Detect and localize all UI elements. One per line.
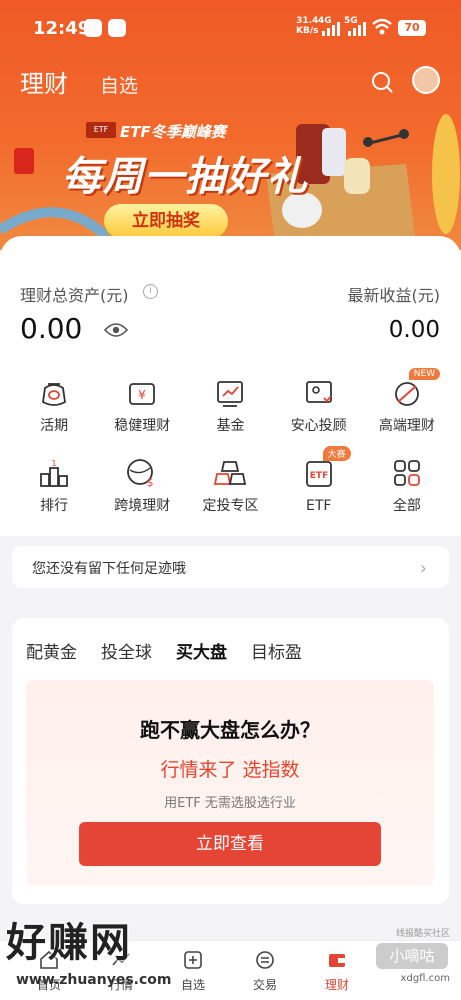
menu-item-label: 全部: [392, 498, 421, 514]
avatar[interactable]: [412, 66, 440, 94]
status-bar: 12:49 31.4 KB/s 4G 5G 70: [0, 0, 461, 58]
menu-item-ranking[interactable]: 1 排行: [10, 452, 98, 514]
tabbar-trade[interactable]: 交易: [230, 941, 300, 1000]
menu-item-advisor[interactable]: 安心投顾: [275, 372, 363, 434]
promo-banner[interactable]: ETF ETF冬季巅峰赛 每周一抽好礼 立即抽奖: [0, 110, 461, 250]
app-notification-icon: [108, 19, 126, 37]
tabbar-label: 交易: [252, 978, 277, 992]
piggy-icon: [42, 383, 67, 406]
search-icon[interactable]: [370, 70, 394, 94]
menu-item-label: 跨境理财: [114, 498, 171, 514]
menu-item-sip[interactable]: 定投专区: [186, 452, 274, 514]
menu-item-label: 基金: [216, 418, 245, 434]
watermark-url: www.zhuanyes.com: [16, 972, 172, 988]
tab-target[interactable]: 目标盈: [251, 638, 302, 663]
info-icon[interactable]: i: [143, 284, 158, 299]
advisor-icon: [305, 381, 332, 403]
status-time: 12:49: [33, 18, 91, 39]
ranking-icon: 1: [40, 459, 68, 487]
total-assets-label: 理财总资产(元): [20, 286, 129, 305]
banner-headline: 每周一抽好礼: [62, 154, 308, 200]
tab-gold[interactable]: 配黄金: [26, 638, 77, 663]
menu-item-stable[interactable]: ¥ 稳健理财: [98, 372, 186, 434]
chart-icon: [217, 381, 244, 407]
menu-item-label: 安心投顾: [290, 418, 347, 434]
menu-item-label: 定投专区: [202, 498, 259, 514]
tab-watchlist[interactable]: 自选: [100, 71, 138, 98]
svg-text:$: $: [147, 476, 154, 489]
menu-item-label: 活期: [40, 418, 69, 434]
page-title[interactable]: 理财: [20, 64, 68, 99]
menu-item-label: 稳健理财: [114, 418, 171, 434]
speed-unit: KB/s: [296, 26, 319, 36]
plus-square-icon: [184, 951, 202, 969]
menu-item-label: ETF: [305, 498, 332, 514]
latest-earnings-label: 最新收益(元): [347, 286, 441, 305]
signal-bars-icon: [322, 20, 340, 36]
contest-badge: 大赛: [322, 446, 351, 461]
menu-item-premium[interactable]: 高端理财 NEW: [363, 368, 451, 434]
tabbar-label: 理财: [324, 978, 349, 992]
watermark-right-top: 线报酷买社区: [395, 929, 450, 939]
gold-bars-icon: [214, 461, 247, 485]
battery-indicator: 70: [398, 20, 426, 36]
theme-panel: 配黄金 投全球 买大盘 目标盈 跑不赢大盘怎么办？ 行情来了 选指数 用ETF …: [12, 618, 449, 904]
new-badge: NEW: [408, 368, 441, 380]
network-speed: 31.4 KB/s: [296, 16, 318, 36]
tabbar-label: 自选: [180, 978, 205, 992]
menu-item-crossborder[interactable]: $ 跨境理财: [98, 452, 186, 514]
footprint-bar[interactable]: 您还没有留下任何足迹哦 ›: [12, 546, 449, 588]
trade-icon: [256, 951, 274, 969]
yen-wallet-icon: ¥: [129, 383, 156, 405]
etf-icon: ETF: [305, 461, 332, 487]
qq-icon: [84, 19, 102, 37]
footprint-text: 您还没有留下任何足迹哦: [32, 561, 186, 577]
draw-now-button[interactable]: 立即抽奖: [104, 204, 228, 238]
chevron-right-icon: ›: [419, 558, 427, 579]
menu-item-fund[interactable]: 基金: [186, 372, 274, 434]
promo-answer: 行情来了 选指数: [160, 759, 300, 781]
svg-text:ETF: ETF: [309, 471, 327, 481]
watermark-right-bottom: xdgfl.com: [400, 973, 450, 984]
banner-subtitle: ETF冬季巅峰赛: [120, 123, 226, 141]
tab-global[interactable]: 投全球: [101, 638, 152, 663]
feature-menu-grid: 活期 ¥ 稳健理财 基金 安心投顾 高端理财 NEW 1 排行 $ 跨境理财 定…: [10, 368, 451, 514]
total-assets-value: 0.00: [20, 312, 83, 345]
promo-subtext: 用ETF 无需选股选行业: [164, 796, 296, 811]
grid-icon: [393, 460, 420, 486]
wallet-icon: [329, 954, 345, 967]
globe-dollar-icon: $: [127, 459, 154, 489]
banner-brand-logo: ETF: [86, 122, 116, 138]
menu-item-all[interactable]: 全部: [363, 452, 451, 514]
premium-icon: [394, 382, 419, 406]
svg-text:1: 1: [52, 459, 57, 468]
wifi-icon: [372, 18, 392, 35]
menu-item-demand[interactable]: 活期: [10, 372, 98, 434]
watermark-right: 线报酷买社区 小嘀咕 xdgfl.com: [366, 926, 450, 986]
tab-index[interactable]: 买大盘: [176, 638, 227, 663]
promo-question: 跑不赢大盘怎么办？: [140, 718, 320, 742]
signal-bars-icon-2: [348, 20, 366, 36]
latest-earnings-value: 0.00: [388, 317, 440, 343]
index-promo-card: 跑不赢大盘怎么办？ 行情来了 选指数 用ETF 无需选股选行业 立即查看: [26, 680, 434, 886]
menu-item-label: 排行: [40, 498, 69, 514]
watermark-logo: 好赚网: [6, 920, 132, 966]
eye-icon[interactable]: [104, 322, 128, 338]
tabbar-wealth[interactable]: 理财: [302, 941, 372, 1000]
view-now-button[interactable]: 立即查看: [79, 822, 381, 866]
menu-item-label: 高端理财: [378, 418, 435, 434]
watermark-right-mid: 小嘀咕: [376, 943, 448, 969]
svg-text:¥: ¥: [138, 388, 146, 402]
menu-item-etf[interactable]: ETF ETF 大赛: [275, 446, 363, 514]
speed-value: 31.4: [296, 16, 319, 26]
tabbar-watchlist[interactable]: 自选: [158, 941, 228, 1000]
theme-tabs: 配黄金 投全球 买大盘 目标盈: [26, 638, 302, 663]
